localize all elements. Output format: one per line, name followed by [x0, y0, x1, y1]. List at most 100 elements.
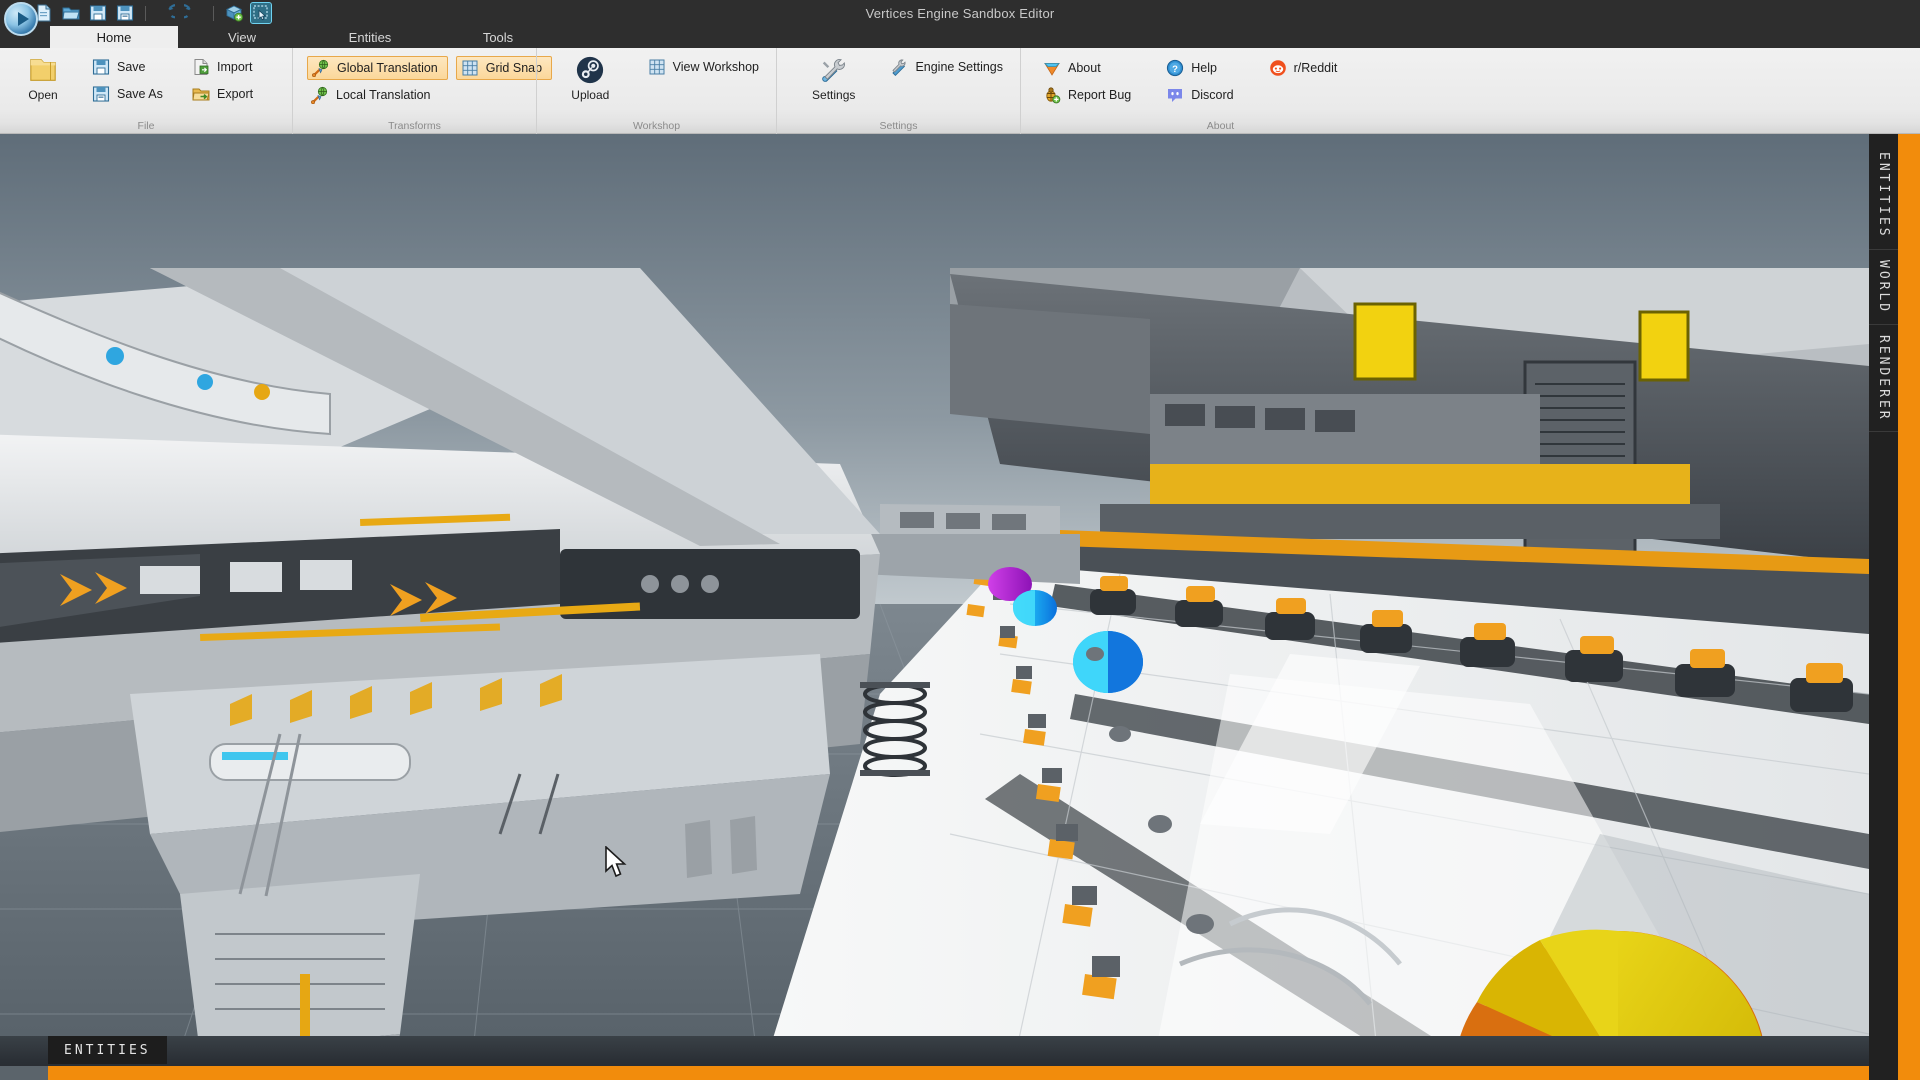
save-as-icon[interactable]: [115, 3, 135, 23]
ribbon-tabs: Home View Entities Tools: [50, 26, 562, 48]
steam-icon: [575, 55, 605, 85]
ribbon-group-workshop: Upload View Workshop Workshop: [536, 48, 776, 134]
about-button-label: About: [1068, 61, 1101, 75]
right-tab-world[interactable]: WORLD: [1869, 250, 1898, 325]
save-as-button[interactable]: Save As: [88, 82, 184, 106]
about-button[interactable]: About: [1039, 56, 1140, 80]
save-button-label: Save: [117, 60, 146, 74]
bottom-dock-accent-strip: [48, 1066, 1869, 1080]
about-diamond-icon: [1043, 59, 1061, 77]
about-col-1: About Report Bug: [1039, 53, 1140, 107]
tab-entities-label: Entities: [349, 30, 392, 45]
about-col-3: r/Reddit: [1265, 53, 1361, 80]
group-label-settings: Settings: [785, 117, 1012, 134]
ribbon-group-settings: Settings Engine Settings Settings: [776, 48, 1020, 134]
qat-separator-2: [213, 6, 214, 21]
entity-sphere-cyan-blue: [1073, 631, 1143, 693]
local-translation-button[interactable]: Local Translation: [307, 83, 448, 107]
tools-icon: [819, 55, 849, 85]
scene-render: [0, 134, 1869, 1080]
play-triangle-icon: [18, 12, 29, 26]
save-button[interactable]: Save: [88, 55, 184, 79]
viewport-3d[interactable]: [0, 134, 1869, 1080]
entity-sphere-cyan-mid: [1013, 590, 1057, 626]
tab-view[interactable]: View: [178, 26, 306, 48]
help-button-label: Help: [1191, 61, 1217, 75]
about-col-2: ? Help Discord: [1162, 53, 1242, 107]
upload-button-label: Upload: [571, 88, 609, 102]
tab-home-label: Home: [97, 30, 132, 45]
bottom-tab-entities[interactable]: ENTITIES: [48, 1036, 167, 1064]
open-folder-icon: [28, 55, 58, 85]
right-tab-entities-label: ENTITIES: [1876, 152, 1891, 239]
quick-access-toolbar: [34, 0, 271, 26]
reddit-button[interactable]: r/Reddit: [1265, 56, 1361, 80]
right-tab-renderer-label: RENDERER: [1876, 335, 1891, 422]
title-bar: Vertices Engine Sandbox Editor: [0, 0, 1920, 26]
local-translation-label: Local Translation: [336, 88, 431, 102]
bottom-dock-left-fill: [0, 1066, 48, 1080]
bug-icon: [1043, 86, 1061, 104]
grid-snap-label: Grid Snap: [486, 61, 542, 75]
discord-button[interactable]: Discord: [1162, 83, 1242, 107]
ribbon-group-transforms: Global Translation Local Translation Gri…: [292, 48, 536, 134]
ribbon-group-file: Open Save Save As: [0, 48, 292, 134]
redo-icon[interactable]: [183, 3, 203, 23]
save-as-button-label: Save As: [117, 87, 163, 101]
add-entity-icon[interactable]: [224, 3, 244, 23]
upload-button[interactable]: Upload: [567, 52, 614, 102]
export-button[interactable]: Export: [188, 82, 284, 106]
workshop-col-1: View Workshop: [644, 52, 768, 79]
bottom-dock: ENTITIES: [0, 1036, 1869, 1080]
group-label-transforms: Transforms: [301, 117, 528, 134]
tab-view-label: View: [228, 30, 256, 45]
view-workshop-label: View Workshop: [673, 60, 759, 74]
select-tool-icon[interactable]: [251, 3, 271, 23]
open-button[interactable]: Open: [16, 52, 70, 102]
right-dock-accent-strip: [1898, 134, 1920, 1080]
right-tab-entities[interactable]: ENTITIES: [1869, 142, 1898, 250]
view-workshop-button[interactable]: View Workshop: [644, 55, 768, 79]
save-icon[interactable]: [88, 3, 108, 23]
app-menu-orb[interactable]: [4, 2, 38, 36]
global-translation-button[interactable]: Global Translation: [307, 56, 448, 80]
import-icon: [192, 58, 210, 76]
settings-col-1: Engine Settings: [886, 52, 1012, 79]
import-button[interactable]: Import: [188, 55, 284, 79]
open-folder-icon[interactable]: [61, 3, 81, 23]
settings-button[interactable]: Settings: [807, 52, 860, 102]
save-as-icon: [92, 85, 110, 103]
svg-text:?: ?: [1172, 64, 1178, 75]
ribbon-tabstrip: Home View Entities Tools: [0, 26, 1920, 48]
qat-separator: [145, 6, 146, 21]
import-button-label: Import: [217, 60, 252, 74]
help-button[interactable]: ? Help: [1162, 56, 1242, 80]
export-button-label: Export: [217, 87, 253, 101]
grid-snap-icon: [461, 59, 479, 77]
local-translation-icon: [311, 86, 329, 104]
group-label-workshop: Workshop: [545, 117, 768, 134]
reddit-icon: [1269, 59, 1287, 77]
ribbon-group-about: About Report Bug ? Help: [1020, 48, 1420, 134]
group-label-file: File: [8, 117, 284, 134]
report-bug-button[interactable]: Report Bug: [1039, 83, 1140, 107]
transforms-col-1: Global Translation Local Translation: [307, 53, 448, 107]
tab-tools-label: Tools: [483, 30, 513, 45]
settings-button-label: Settings: [812, 88, 855, 102]
global-translation-icon: [312, 59, 330, 77]
undo-icon[interactable]: [156, 3, 176, 23]
open-button-label: Open: [28, 88, 57, 102]
engine-settings-label: Engine Settings: [915, 60, 1003, 74]
discord-icon: [1166, 86, 1184, 104]
global-translation-label: Global Translation: [337, 61, 438, 75]
ribbon-groups: Open Save Save As: [0, 48, 1920, 134]
engine-settings-button[interactable]: Engine Settings: [886, 55, 1012, 79]
reddit-button-label: r/Reddit: [1294, 61, 1338, 75]
grid-icon: [648, 58, 666, 76]
right-tab-renderer[interactable]: RENDERER: [1869, 325, 1898, 433]
editor-window: Vertices Engine Sandbox Editor: [0, 0, 1920, 1080]
tab-entities[interactable]: Entities: [306, 26, 434, 48]
tab-home[interactable]: Home: [50, 26, 178, 48]
tab-tools[interactable]: Tools: [434, 26, 562, 48]
ribbon: Open Save Save As: [0, 48, 1920, 134]
